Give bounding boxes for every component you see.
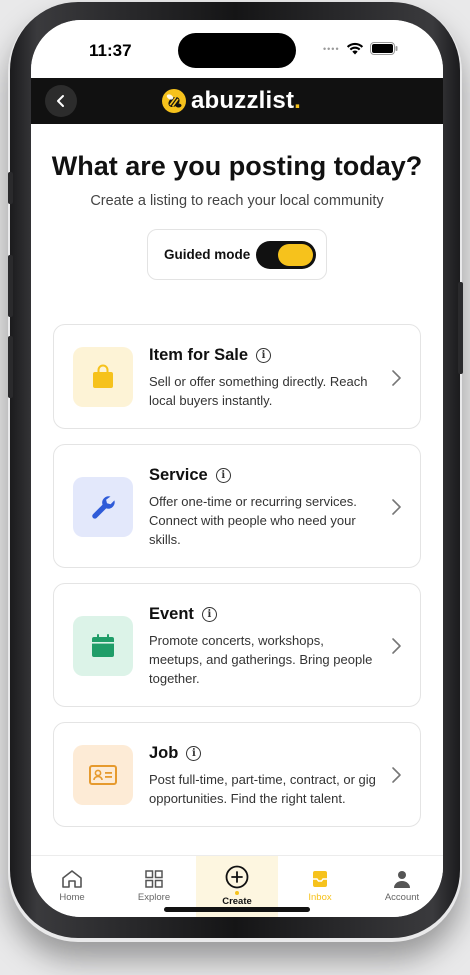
card-item-for-sale[interactable]: Item for Sale i Sell or offer something … [53,324,421,429]
mute-switch [8,172,13,204]
status-bar: 11:37 •••• [31,20,443,78]
info-icon[interactable]: i [256,348,272,363]
status-icons: •••• [323,42,398,55]
card-title-row: Item for Sale i [149,346,272,365]
card-title: Event [149,605,194,623]
signal-icon: •••• [323,43,340,54]
info-icon[interactable]: i [201,607,217,622]
card-title: Item for Sale [149,346,249,364]
chevron-right-icon [392,499,401,515]
card-service[interactable]: Service i Offer one-time or recurring se… [53,444,421,568]
battery-icon [369,42,398,55]
card-event[interactable]: Event i Promote concerts, workshops, mee… [53,583,421,707]
status-time: 11:37 [89,41,132,60]
card-icon-bg [73,347,133,407]
person-icon [394,871,410,888]
app-screen: 11:37 •••• abuzzlist . What are you post… [31,20,443,917]
chevron-left-icon [57,95,64,107]
card-title-row: Job i [149,744,202,763]
wrench-icon [92,496,115,519]
logo-dot: . [294,87,301,114]
bee-icon [162,89,186,113]
home-icon [62,870,82,888]
chevron-right-icon [392,638,401,654]
card-description: Offer one-time or recurring services. Co… [149,494,357,547]
toggle-knob [278,243,314,266]
card-job[interactable]: Job i Post full-time, part-time, contrac… [53,722,421,827]
page-subtitle: Create a listing to reach your local com… [90,193,384,209]
guided-mode-label: Guided mode [164,247,251,262]
app-header: abuzzlist. [31,78,443,124]
tab-home[interactable]: Home [31,856,113,917]
dynamic-island [178,33,296,68]
card-icon-bg [73,745,133,805]
info-icon[interactable]: i [215,468,231,483]
guided-mode-control: Guided mode [147,229,327,280]
card-title-row: Event i [149,605,217,624]
calendar-icon [92,634,114,657]
info-icon[interactable]: i [186,746,202,761]
tab-label: Home [59,892,85,903]
volume-up-button [8,255,13,317]
app-logo: abuzzlist. [161,87,301,115]
page-title: What are you posting today? [51,151,423,181]
tab-label: Inbox [308,892,332,903]
card-icon-bg [73,616,133,676]
chevron-right-icon [392,767,401,783]
tab-label: Explore [137,892,171,903]
inbox-icon [313,871,327,887]
active-dot [235,891,239,895]
card-description: Sell or offer something directly. Reach … [149,374,368,408]
shopping-bag-icon [93,364,113,388]
home-indicator [164,907,310,912]
volume-down-button [8,336,13,398]
card-title-row: Service i [149,466,231,485]
tab-label: Account [384,892,420,903]
plus-circle-icon [225,865,249,889]
card-title: Job [149,744,179,762]
card-title: Service [149,466,208,484]
wifi-icon [346,42,363,55]
logo-text: abuzzlist [191,87,295,114]
card-icon-bg [73,477,133,537]
back-button[interactable] [45,85,77,117]
card-description: Post full-time, part-time, contract, or … [149,772,376,806]
card-description: Promote concerts, workshops, meetups, an… [149,633,373,686]
chevron-right-icon [392,370,401,386]
id-card-icon [89,765,117,785]
tab-label: Create [222,896,252,907]
power-button [458,282,463,374]
guided-mode-toggle[interactable] [256,240,317,269]
grid-icon [145,870,163,888]
tab-account[interactable]: Account [361,856,443,917]
